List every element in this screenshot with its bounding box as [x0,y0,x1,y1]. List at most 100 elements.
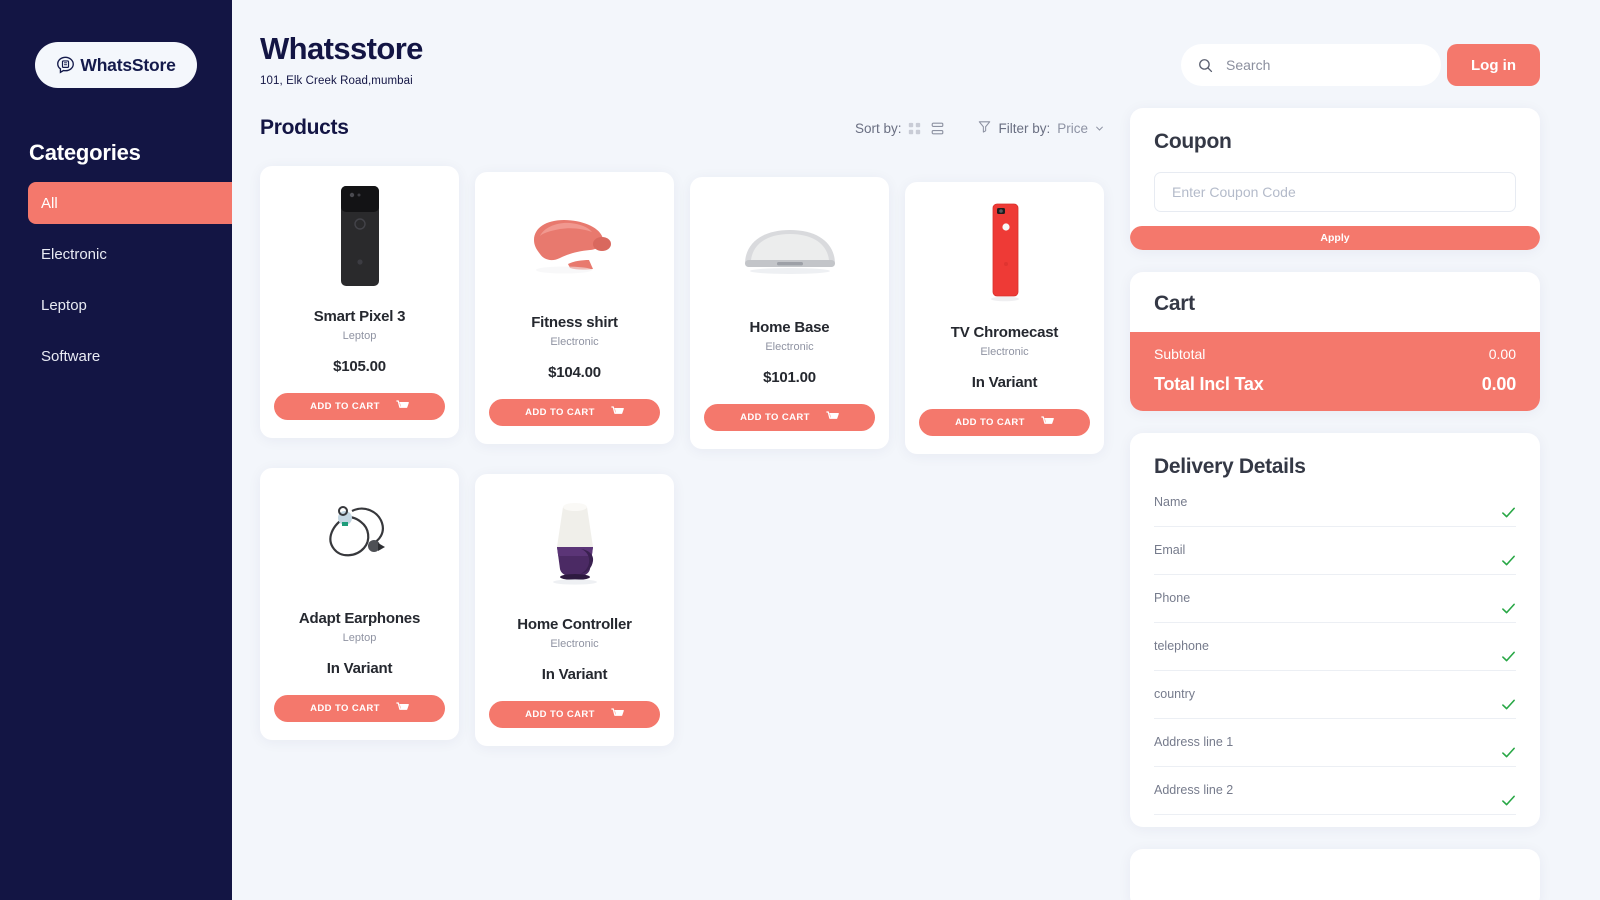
product-image [704,193,875,301]
cart-subtotal-label: Subtotal [1154,346,1206,362]
add-to-cart-label: ADD TO CART [310,401,380,412]
product-image [274,484,445,592]
apply-coupon-button[interactable]: Apply [1130,226,1540,250]
list-view-icon[interactable] [931,122,944,135]
delivery-field-name[interactable]: Name [1154,479,1516,527]
check-icon [1501,697,1516,712]
coupon-code-input[interactable] [1154,172,1516,212]
delivery-details-panel: Delivery Details Name Email Phone teleph… [1130,433,1540,827]
add-to-cart-button[interactable]: ADD TO CART [274,695,445,722]
product-image [489,490,660,598]
sidebar-item-label: All [41,194,58,212]
add-to-cart-label: ADD TO CART [955,417,1025,428]
product-name: TV Chromecast [950,324,1059,341]
page-header: Whatsstore 101, Elk Creek Road,mumbai Lo… [232,0,1600,108]
sidebar-item-label: Electronic [41,245,107,263]
filter-control[interactable]: Filter by: Price [978,120,1104,136]
product-name: Fitness shirt [531,314,618,331]
add-to-cart-button[interactable]: ADD TO CART [489,701,660,728]
product-card[interactable]: Smart Pixel 3 Leptop $105.00 ADD TO CART [260,166,459,438]
product-price: In Variant [326,660,393,677]
product-card[interactable]: Adapt Earphones Leptop In Variant ADD TO… [260,468,459,740]
product-price: In Variant [971,374,1038,391]
sort-control: Sort by: [855,121,945,136]
app-logo[interactable]: WhatsStore [35,42,197,88]
add-to-cart-label: ADD TO CART [310,703,380,714]
sidebar-item-leptop[interactable]: Leptop [28,284,232,326]
delivery-field-address-line-1[interactable]: Address line 1 [1154,719,1516,767]
cart-total-value: 0.00 [1481,374,1516,394]
delivery-title: Delivery Details [1154,455,1306,478]
delivery-field-telephone[interactable]: telephone [1154,623,1516,671]
app-root: WhatsStore Categories All Electronic Lep… [0,0,1600,900]
product-card[interactable]: TV Chromecast Electronic In Variant ADD … [905,182,1104,454]
product-price: $104.00 [548,364,601,381]
product-card[interactable]: Fitness shirt Electronic $104.00 ADD TO … [475,172,674,444]
products-section: Products Sort by: Filter by: Price Smart… [260,108,1104,900]
filter-value: Price [1057,120,1088,136]
coupon-title: Coupon [1154,130,1232,153]
sidebar: WhatsStore Categories All Electronic Lep… [0,0,232,900]
field-label: country [1154,687,1195,701]
add-to-cart-button[interactable]: ADD TO CART [704,404,875,431]
sort-label: Sort by: [854,120,902,136]
product-image [489,188,660,296]
product-category: Leptop [342,330,377,342]
adapt-earphones-icon [328,506,385,557]
sidebar-item-label: Leptop [41,296,87,314]
chevron-down-icon [1095,121,1104,136]
cart-totals: Subtotal 0.00 Total Incl Tax 0.00 [1130,332,1540,411]
sidebar-item-all[interactable]: All [28,182,232,224]
check-icon [1501,793,1516,808]
delivery-field-address-line-2[interactable]: Address line 2 [1154,767,1516,815]
product-card[interactable]: Home Controller Electronic In Variant AD… [475,474,674,746]
shopping-cart-icon [826,410,839,425]
check-icon [1501,553,1516,568]
sidebar-item-software[interactable]: Software [28,335,232,377]
product-name: Home Controller [517,616,632,633]
sidebar-item-electronic[interactable]: Electronic [28,233,232,275]
search-input[interactable] [1226,57,1425,73]
search-icon [1199,58,1213,72]
delivery-field-phone[interactable]: Phone [1154,575,1516,623]
product-name: Smart Pixel 3 [313,308,406,325]
product-image [919,198,1090,306]
delivery-field-email[interactable]: Email [1154,527,1516,575]
shopping-cart-icon [611,707,624,722]
filter-label: Filter by: [998,120,1051,136]
field-label: Email [1154,543,1186,557]
field-label: Phone [1154,591,1191,605]
field-label: Name [1154,495,1188,509]
product-name: Adapt Earphones [298,610,421,627]
category-list: All Electronic Leptop Software [0,182,232,377]
product-name: Home Base [749,319,830,336]
smart-pixel-3-phone-icon [340,186,379,286]
funnel-icon [978,120,991,136]
grid-view-icon[interactable] [908,122,921,135]
login-button[interactable]: Log in [1447,44,1540,86]
shopping-cart-icon [1041,415,1054,430]
field-label: Address line 1 [1154,735,1234,749]
product-price: $105.00 [333,358,386,375]
fitness-vr-headset-icon [533,220,611,274]
product-category: Electronic [765,341,814,353]
check-icon [1501,745,1516,760]
check-icon [1501,505,1516,520]
product-grid: Smart Pixel 3 Leptop $105.00 ADD TO CART [260,166,1104,746]
shopping-cart-icon [396,701,409,716]
header-actions: Log in [1181,44,1540,86]
home-controller-speaker-icon [552,503,597,585]
delivery-field-country[interactable]: country [1154,671,1516,719]
add-to-cart-button[interactable]: ADD TO CART [489,399,660,426]
products-toolbar: Products Sort by: Filter by: Price [260,108,1104,148]
add-to-cart-label: ADD TO CART [740,412,810,423]
add-to-cart-label: ADD TO CART [525,407,595,418]
add-to-cart-button[interactable]: ADD TO CART [919,409,1090,436]
next-panel-partial [1130,849,1540,900]
product-card[interactable]: Home Base Electronic $101.00 ADD TO CART [690,177,889,449]
product-category: Leptop [342,632,377,644]
shopping-cart-icon [396,399,409,414]
search-box[interactable] [1181,44,1441,86]
add-to-cart-button[interactable]: ADD TO CART [274,393,445,420]
store-identity: Whatsstore 101, Elk Creek Road,mumbai [260,31,1181,87]
